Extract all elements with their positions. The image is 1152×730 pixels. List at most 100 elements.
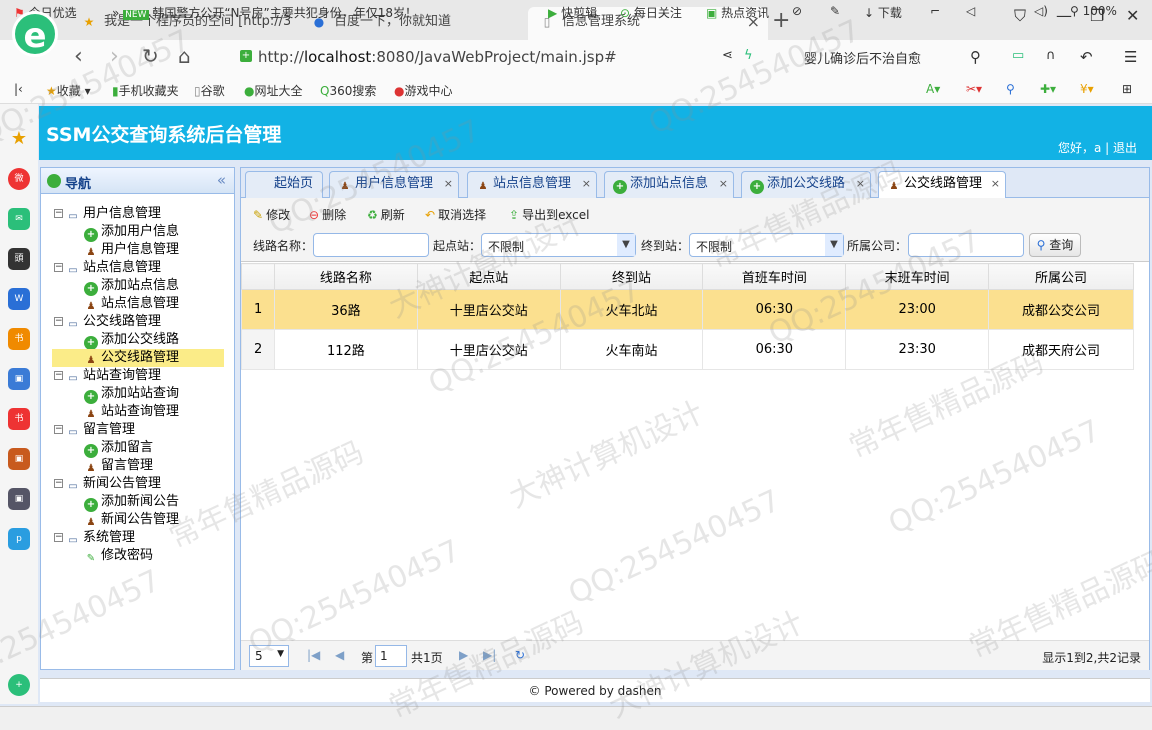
status-clip[interactable]: ▶ 快剪辑: [548, 4, 597, 21]
edit-button[interactable]: ✎ 修改: [253, 206, 290, 223]
tab-station-info[interactable]: ♟ 站点信息管理 ×: [467, 171, 597, 198]
line-name-input[interactable]: [313, 233, 429, 257]
url-input[interactable]: http://localhost:8080/JavaWebProject/mai…: [258, 48, 617, 66]
bookmark-google[interactable]: ▯谷歌: [194, 82, 225, 99]
close-icon[interactable]: ×: [991, 172, 1000, 196]
status-hot-news[interactable]: ▣ 热点资讯: [706, 4, 769, 21]
repair-icon[interactable]: ✎: [830, 4, 840, 18]
gamepad-icon[interactable]: ✚▾: [1040, 82, 1056, 96]
nav-item[interactable]: ✎ 修改密码: [84, 547, 153, 565]
news-icon[interactable]: 頭: [8, 248, 30, 270]
sidebar-toggle-icon[interactable]: |‹: [14, 82, 23, 96]
browser-logo-icon[interactable]: e: [12, 11, 58, 57]
status-daily[interactable]: ⊙ 每日关注: [620, 4, 682, 21]
nav-item[interactable]: ♟ 公交线路管理: [52, 349, 224, 367]
favorites-icon[interactable]: ★: [8, 128, 30, 150]
apps-icon[interactable]: ⊞: [1122, 82, 1132, 96]
screenshot-icon[interactable]: ⌐: [930, 4, 940, 18]
collapse-icon[interactable]: «: [217, 171, 226, 189]
menu-icon[interactable]: ☰: [1124, 48, 1137, 66]
tab-user-info[interactable]: ♟ 用户信息管理 ×: [329, 171, 459, 198]
word-icon[interactable]: W: [8, 288, 30, 310]
end-station-select[interactable]: 不限制 ▼: [689, 233, 844, 257]
tab-line-manage[interactable]: ♟ 公交线路管理 ×: [878, 171, 1006, 199]
export-button[interactable]: ⇪ 导出到excel: [509, 206, 589, 223]
refresh-button[interactable]: ♻ 刷新: [367, 206, 405, 223]
shirt-icon[interactable]: ⛉: [1014, 6, 1026, 26]
new-tab-icon[interactable]: +: [772, 8, 790, 33]
mute-icon[interactable]: ◁: [966, 4, 975, 18]
nav-group[interactable]: ▭ 公交线路管理: [66, 313, 161, 331]
table-row[interactable]: 1 36路 十里店公交站 火车北站 06:30 23:00 成都公交公司: [241, 289, 1134, 330]
close-icon[interactable]: ×: [582, 172, 591, 196]
tab-add-station[interactable]: + 添加站点信息 ×: [604, 171, 734, 198]
headphone-icon[interactable]: ∩: [1046, 48, 1056, 63]
nav-item[interactable]: + 添加用户信息: [84, 223, 179, 242]
column-header[interactable]: 终到站: [559, 263, 704, 290]
add-app-icon[interactable]: +: [8, 674, 30, 696]
weibo-icon[interactable]: 微: [8, 168, 30, 190]
column-header[interactable]: 线路名称: [273, 263, 418, 290]
bookmark-game[interactable]: ●游戏中心: [394, 82, 453, 99]
collapse-toggle-icon[interactable]: −: [54, 533, 63, 542]
next-page-icon[interactable]: ▶: [459, 648, 468, 662]
first-page-icon[interactable]: |◀: [307, 648, 320, 662]
cancel-select-button[interactable]: ↶ 取消选择: [425, 206, 486, 223]
nav-item[interactable]: + 添加公交线路: [84, 331, 179, 350]
column-header[interactable]: 末班车时间: [845, 263, 990, 290]
game3-icon[interactable]: ▣: [8, 488, 30, 510]
bookmark-mobile[interactable]: ▮手机收藏夹: [112, 82, 179, 99]
page-number-input[interactable]: 1: [375, 645, 407, 667]
close-window-icon[interactable]: ✕: [1126, 6, 1139, 25]
home-icon[interactable]: ⌂: [178, 44, 191, 68]
collapse-toggle-icon[interactable]: −: [54, 371, 63, 380]
back-icon[interactable]: ‹: [74, 44, 83, 69]
nav-item[interactable]: + 添加留言: [84, 439, 153, 458]
status-zoom[interactable]: ⚲ 100%: [1070, 4, 1117, 18]
coin-icon[interactable]: ¥▾: [1080, 82, 1094, 96]
nav-group[interactable]: ▭ 站点信息管理: [66, 259, 161, 277]
nav-group[interactable]: ▭ 系统管理: [66, 529, 135, 547]
close-icon[interactable]: ×: [856, 172, 865, 196]
bookmark-360[interactable]: Q360搜索: [320, 82, 376, 99]
nav-item[interactable]: + 添加站站查询: [84, 385, 179, 404]
collapse-toggle-icon[interactable]: −: [54, 425, 63, 434]
tab-start[interactable]: 起始页: [245, 171, 323, 198]
nav-group[interactable]: ▭ 留言管理: [66, 421, 135, 439]
mail-icon[interactable]: ✉: [8, 208, 30, 230]
column-header[interactable]: 起点站: [416, 263, 561, 290]
reload-icon[interactable]: ↻: [142, 44, 159, 68]
nav-item[interactable]: + 添加站点信息: [84, 277, 179, 296]
collapse-toggle-icon[interactable]: −: [54, 317, 63, 326]
magnifier-icon[interactable]: ⚲: [1006, 82, 1015, 96]
battery-icon[interactable]: ▭: [1012, 48, 1024, 63]
novel-icon[interactable]: 书: [8, 328, 30, 350]
p-icon[interactable]: p: [8, 528, 30, 550]
collapse-toggle-icon[interactable]: −: [54, 263, 63, 272]
game1-icon[interactable]: ▣: [8, 368, 30, 390]
bookmark-favorites[interactable]: ★收藏 ▾: [46, 82, 91, 99]
nav-item[interactable]: ♟ 留言管理: [84, 457, 154, 475]
scissors-icon[interactable]: ✂▾: [966, 82, 982, 96]
nav-group[interactable]: ▭ 站站查询管理: [66, 367, 161, 385]
bookmark-hao[interactable]: ●网址大全: [244, 82, 303, 99]
tab-add-line[interactable]: + 添加公交线路 ×: [741, 171, 871, 198]
prev-page-icon[interactable]: ◀: [335, 648, 344, 662]
logout-link[interactable]: 退出: [1113, 141, 1137, 155]
column-header[interactable]: 所属公司: [988, 263, 1134, 290]
share-icon[interactable]: ⋖: [722, 48, 733, 63]
close-icon[interactable]: ×: [719, 172, 728, 196]
volume-icon[interactable]: ◁): [1034, 4, 1048, 18]
collapse-toggle-icon[interactable]: −: [54, 209, 63, 218]
nav-item[interactable]: ♟ 新闻公告管理: [84, 511, 180, 529]
collapse-toggle-icon[interactable]: −: [54, 479, 63, 488]
close-icon[interactable]: ×: [444, 172, 453, 196]
nav-item[interactable]: ♟ 站站查询管理: [84, 403, 180, 421]
query-button[interactable]: ⚲ 查询: [1029, 233, 1081, 257]
column-header[interactable]: 首班车时间: [702, 263, 847, 290]
nav-item[interactable]: ♟ 站点信息管理: [84, 295, 180, 313]
search-icon[interactable]: ⚲: [970, 48, 981, 66]
translate-icon[interactable]: A▾: [926, 82, 940, 96]
game2-icon[interactable]: ▣: [8, 448, 30, 470]
lightning-icon[interactable]: ϟ: [744, 48, 753, 63]
